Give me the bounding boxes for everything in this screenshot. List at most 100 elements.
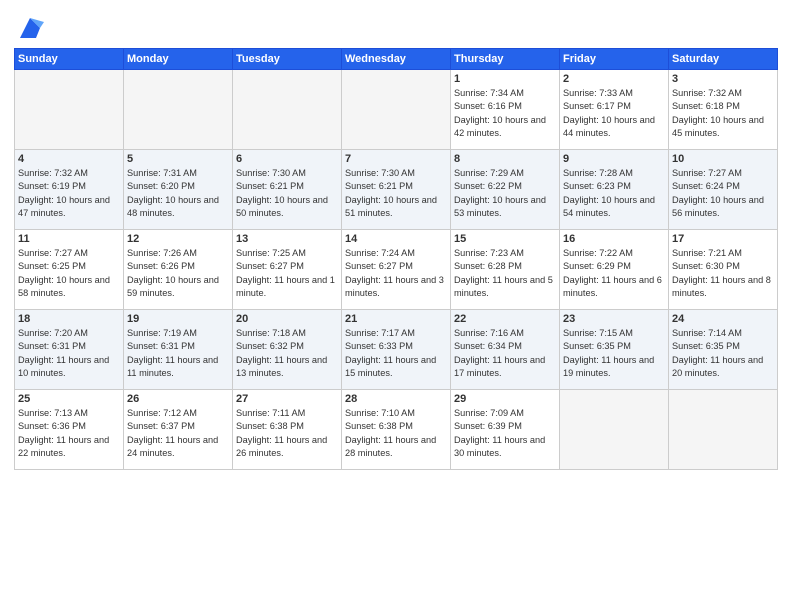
calendar-week-row: 25 Sunrise: 7:13 AMSunset: 6:36 PMDayligh… — [15, 390, 778, 470]
calendar-day-cell: 4Sunrise: 7:32 AMSunset: 6:19 PMDaylight… — [15, 150, 124, 230]
calendar-weekday-saturday: Saturday — [669, 49, 778, 70]
day-number: 25 — [18, 393, 120, 405]
calendar-day-cell: 13Sunrise: 7:25 AMSunset: 6:27 PMDayligh… — [233, 230, 342, 310]
day-number: 29 — [454, 393, 556, 405]
day-number: 27 — [236, 393, 338, 405]
calendar-weekday-thursday: Thursday — [451, 49, 560, 70]
day-info: Sunrise: 7:30 AMSunset: 6:21 PMDaylight:… — [236, 167, 338, 220]
day-number: 17 — [672, 233, 774, 245]
calendar-day-cell: 2 Sunrise: 7:33 AMSunset: 6:17 PMDaylight… — [560, 70, 669, 150]
day-number: 12 — [127, 233, 229, 245]
day-number: 9 — [563, 153, 665, 165]
day-number: 8 — [454, 153, 556, 165]
day-number: 23 — [563, 313, 665, 325]
calendar-day-cell: 24 Sunrise: 7:14 AMSunset: 6:35 PMDayligh… — [669, 310, 778, 390]
day-info: Sunrise: 7:21 AMSunset: 6:30 PMDaylight:… — [672, 247, 774, 300]
day-info: Sunrise: 7:27 AMSunset: 6:24 PMDaylight:… — [672, 167, 774, 220]
calendar-weekday-tuesday: Tuesday — [233, 49, 342, 70]
day-info: Sunrise: 7:24 AMSunset: 6:27 PMDaylight:… — [345, 247, 447, 300]
day-info: Sunrise: 7:27 AMSunset: 6:25 PMDaylight:… — [18, 247, 120, 300]
day-info: Sunrise: 7:17 AMSunset: 6:33 PMDaylight:… — [345, 327, 447, 380]
day-number: 14 — [345, 233, 447, 245]
day-number: 2 — [563, 73, 665, 85]
day-number: 21 — [345, 313, 447, 325]
day-number: 19 — [127, 313, 229, 325]
calendar-day-cell: 22Sunrise: 7:16 AMSunset: 6:34 PMDayligh… — [451, 310, 560, 390]
calendar-day-cell — [560, 390, 669, 470]
calendar-day-cell: 10 Sunrise: 7:27 AMSunset: 6:24 PMDayligh… — [669, 150, 778, 230]
day-info: Sunrise: 7:26 AMSunset: 6:26 PMDaylight:… — [127, 247, 229, 300]
calendar-day-cell: 6 Sunrise: 7:30 AMSunset: 6:21 PMDaylight… — [233, 150, 342, 230]
calendar-week-row: 4Sunrise: 7:32 AMSunset: 6:19 PMDaylight… — [15, 150, 778, 230]
day-number: 10 — [672, 153, 774, 165]
calendar-day-cell — [233, 70, 342, 150]
day-info: Sunrise: 7:15 AMSunset: 6:35 PMDaylight:… — [563, 327, 665, 380]
page-container: SundayMondayTuesdayWednesdayThursdayFrid… — [0, 0, 792, 612]
day-number: 1 — [454, 73, 556, 85]
calendar-weekday-monday: Monday — [124, 49, 233, 70]
calendar-day-cell: 15 Sunrise: 7:23 AMSunset: 6:28 PMDayligh… — [451, 230, 560, 310]
calendar-day-cell: 9 Sunrise: 7:28 AMSunset: 6:23 PMDaylight… — [560, 150, 669, 230]
calendar-day-cell: 17 Sunrise: 7:21 AMSunset: 6:30 PMDayligh… — [669, 230, 778, 310]
day-info: Sunrise: 7:34 AMSunset: 6:16 PMDaylight:… — [454, 87, 556, 140]
day-number: 4 — [18, 153, 120, 165]
day-number: 16 — [563, 233, 665, 245]
day-info: Sunrise: 7:29 AMSunset: 6:22 PMDaylight:… — [454, 167, 556, 220]
calendar-day-cell: 1 Sunrise: 7:34 AMSunset: 6:16 PMDaylight… — [451, 70, 560, 150]
calendar-day-cell: 26 Sunrise: 7:12 AMSunset: 6:37 PMDayligh… — [124, 390, 233, 470]
day-info: Sunrise: 7:09 AMSunset: 6:39 PMDaylight:… — [454, 407, 556, 460]
logo-icon — [16, 14, 44, 42]
calendar-table: SundayMondayTuesdayWednesdayThursdayFrid… — [14, 48, 778, 470]
day-number: 18 — [18, 313, 120, 325]
calendar-day-cell: 11 Sunrise: 7:27 AMSunset: 6:25 PMDayligh… — [15, 230, 124, 310]
day-number: 24 — [672, 313, 774, 325]
calendar-day-cell: 5 Sunrise: 7:31 AMSunset: 6:20 PMDaylight… — [124, 150, 233, 230]
day-info: Sunrise: 7:12 AMSunset: 6:37 PMDaylight:… — [127, 407, 229, 460]
calendar-day-cell: 12 Sunrise: 7:26 AMSunset: 6:26 PMDayligh… — [124, 230, 233, 310]
day-info: Sunrise: 7:28 AMSunset: 6:23 PMDaylight:… — [563, 167, 665, 220]
day-number: 7 — [345, 153, 447, 165]
calendar-day-cell — [669, 390, 778, 470]
logo — [14, 14, 44, 42]
day-number: 28 — [345, 393, 447, 405]
day-info: Sunrise: 7:18 AMSunset: 6:32 PMDaylight:… — [236, 327, 338, 380]
calendar-day-cell: 8 Sunrise: 7:29 AMSunset: 6:22 PMDaylight… — [451, 150, 560, 230]
calendar-day-cell: 18 Sunrise: 7:20 AMSunset: 6:31 PMDayligh… — [15, 310, 124, 390]
day-info: Sunrise: 7:23 AMSunset: 6:28 PMDaylight:… — [454, 247, 556, 300]
calendar-day-cell: 19Sunrise: 7:19 AMSunset: 6:31 PMDayligh… — [124, 310, 233, 390]
calendar-day-cell: 20 Sunrise: 7:18 AMSunset: 6:32 PMDayligh… — [233, 310, 342, 390]
calendar-day-cell: 23 Sunrise: 7:15 AMSunset: 6:35 PMDayligh… — [560, 310, 669, 390]
day-info: Sunrise: 7:31 AMSunset: 6:20 PMDaylight:… — [127, 167, 229, 220]
day-info: Sunrise: 7:16 AMSunset: 6:34 PMDaylight:… — [454, 327, 556, 380]
calendar-day-cell — [124, 70, 233, 150]
day-number: 5 — [127, 153, 229, 165]
calendar-week-row: 1 Sunrise: 7:34 AMSunset: 6:16 PMDaylight… — [15, 70, 778, 150]
calendar-weekday-sunday: Sunday — [15, 49, 124, 70]
day-info: Sunrise: 7:14 AMSunset: 6:35 PMDaylight:… — [672, 327, 774, 380]
calendar-day-cell: 25 Sunrise: 7:13 AMSunset: 6:36 PMDayligh… — [15, 390, 124, 470]
day-number: 6 — [236, 153, 338, 165]
calendar-weekday-friday: Friday — [560, 49, 669, 70]
calendar-day-cell: 16Sunrise: 7:22 AMSunset: 6:29 PMDayligh… — [560, 230, 669, 310]
calendar-day-cell: 28 Sunrise: 7:10 AMSunset: 6:38 PMDayligh… — [342, 390, 451, 470]
calendar-week-row: 11 Sunrise: 7:27 AMSunset: 6:25 PMDayligh… — [15, 230, 778, 310]
day-number: 15 — [454, 233, 556, 245]
calendar-day-cell: 27 Sunrise: 7:11 AMSunset: 6:38 PMDayligh… — [233, 390, 342, 470]
day-number: 20 — [236, 313, 338, 325]
day-info: Sunrise: 7:20 AMSunset: 6:31 PMDaylight:… — [18, 327, 120, 380]
calendar-header-row: SundayMondayTuesdayWednesdayThursdayFrid… — [15, 49, 778, 70]
day-info: Sunrise: 7:13 AMSunset: 6:36 PMDaylight:… — [18, 407, 120, 460]
calendar-day-cell: 29 Sunrise: 7:09 AMSunset: 6:39 PMDayligh… — [451, 390, 560, 470]
day-number: 11 — [18, 233, 120, 245]
day-info: Sunrise: 7:10 AMSunset: 6:38 PMDaylight:… — [345, 407, 447, 460]
day-number: 3 — [672, 73, 774, 85]
calendar-weekday-wednesday: Wednesday — [342, 49, 451, 70]
calendar-week-row: 18 Sunrise: 7:20 AMSunset: 6:31 PMDayligh… — [15, 310, 778, 390]
day-number: 26 — [127, 393, 229, 405]
day-info: Sunrise: 7:11 AMSunset: 6:38 PMDaylight:… — [236, 407, 338, 460]
day-info: Sunrise: 7:30 AMSunset: 6:21 PMDaylight:… — [345, 167, 447, 220]
day-info: Sunrise: 7:33 AMSunset: 6:17 PMDaylight:… — [563, 87, 665, 140]
calendar-day-cell — [15, 70, 124, 150]
calendar-day-cell — [342, 70, 451, 150]
calendar-day-cell: 14 Sunrise: 7:24 AMSunset: 6:27 PMDayligh… — [342, 230, 451, 310]
